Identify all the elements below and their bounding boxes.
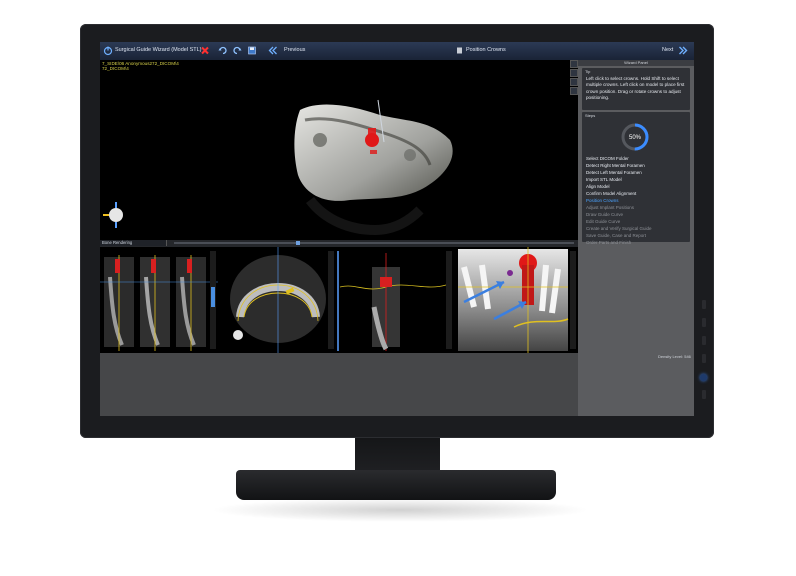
power-led-icon[interactable] [700,374,707,381]
monitor-button[interactable] [702,354,706,363]
step-item[interactable]: Align Model [586,184,610,191]
view-controls [570,60,578,130]
slice-views [100,247,578,353]
jaw-3d-model[interactable] [280,80,480,240]
monitor-button[interactable] [702,336,706,345]
progress-ring: 50% [621,123,649,151]
stand-shadow [210,498,590,522]
step-item-current[interactable]: Position Crowns [586,198,619,205]
current-step-label: Position Crowns [466,47,506,53]
orientation-cube-icon[interactable] [102,200,132,230]
tip-box: Tip Left click to select crowns. Hold Sh… [582,68,690,110]
progress-percent: 50% [629,135,642,141]
tip-text: Left click to select crowns. Hold Shift … [586,76,685,101]
step-item[interactable]: Draw Guide Curve [586,212,623,219]
redo-icon[interactable] [232,45,242,56]
view-control-button[interactable] [570,60,578,68]
next-button[interactable]: Next [662,47,673,53]
threshold-slider-handle[interactable] [296,241,300,245]
step-item[interactable]: Edit Guide Curve [586,219,620,226]
previous-chevron-icon[interactable] [268,45,278,56]
view-control-button[interactable] [570,87,578,95]
axial-view[interactable] [218,247,337,353]
monitor-button[interactable] [702,300,706,309]
step-item[interactable]: Order Parts and Finish [586,240,631,247]
wizard-panel-header: Wizard Panel [578,60,694,66]
app-screen: Surgical Guide Wizard (Model STL) Previo… [100,42,694,416]
close-icon[interactable] [200,45,210,56]
density-level-text: Density Level: 546 [658,354,691,359]
cross-section-view[interactable] [100,247,219,353]
threshold-slider-track[interactable] [174,242,574,244]
step-item[interactable]: Save Guide, Case and Report [586,233,646,240]
document-icon [456,45,463,56]
panoramic-xray-view[interactable] [454,247,578,353]
wizard-toolbar: Surgical Guide Wizard (Model STL) Previo… [100,42,694,60]
save-icon[interactable] [247,45,257,56]
previous-button[interactable]: Previous [284,47,305,53]
step-item[interactable]: Import STL Model [586,177,622,184]
steps-header: Steps [585,113,596,118]
step-item[interactable]: Detect Left Mental Foramen [586,170,642,177]
power-icon[interactable] [103,45,113,56]
step-item[interactable]: Select DICOM Folder [586,156,629,163]
monitor-stand [236,470,556,500]
view-control-button[interactable] [570,78,578,86]
tip-header: Tip [585,69,591,74]
undo-icon[interactable] [218,45,228,56]
wizard-title: Surgical Guide Wizard (Model STL) [115,47,202,53]
sagittal-view[interactable] [336,247,455,353]
view-control-button[interactable] [570,69,578,77]
step-item[interactable]: Create and Verify Surgical Guide [586,226,652,233]
next-chevron-icon[interactable] [678,45,688,56]
step-item[interactable]: Detect Right Mental Foramen [586,163,645,170]
step-item[interactable]: Adjust Implant Positions [586,205,634,212]
monitor-button[interactable] [702,390,706,399]
dicom-path-text: 7_SIDE\06 Anonymous272_DICOM\4 72_DICOM\… [102,61,179,72]
3d-view[interactable]: 7_SIDE\06 Anonymous272_DICOM\4 72_DICOM\… [100,60,578,240]
render-preset-select[interactable]: Bone Rendering [100,240,167,246]
step-item[interactable]: Confirm Model Alignment [586,191,636,198]
monitor-button[interactable] [702,318,706,327]
steps-box: Steps 50% Select DICOM Folder Detect Rig… [582,112,690,245]
